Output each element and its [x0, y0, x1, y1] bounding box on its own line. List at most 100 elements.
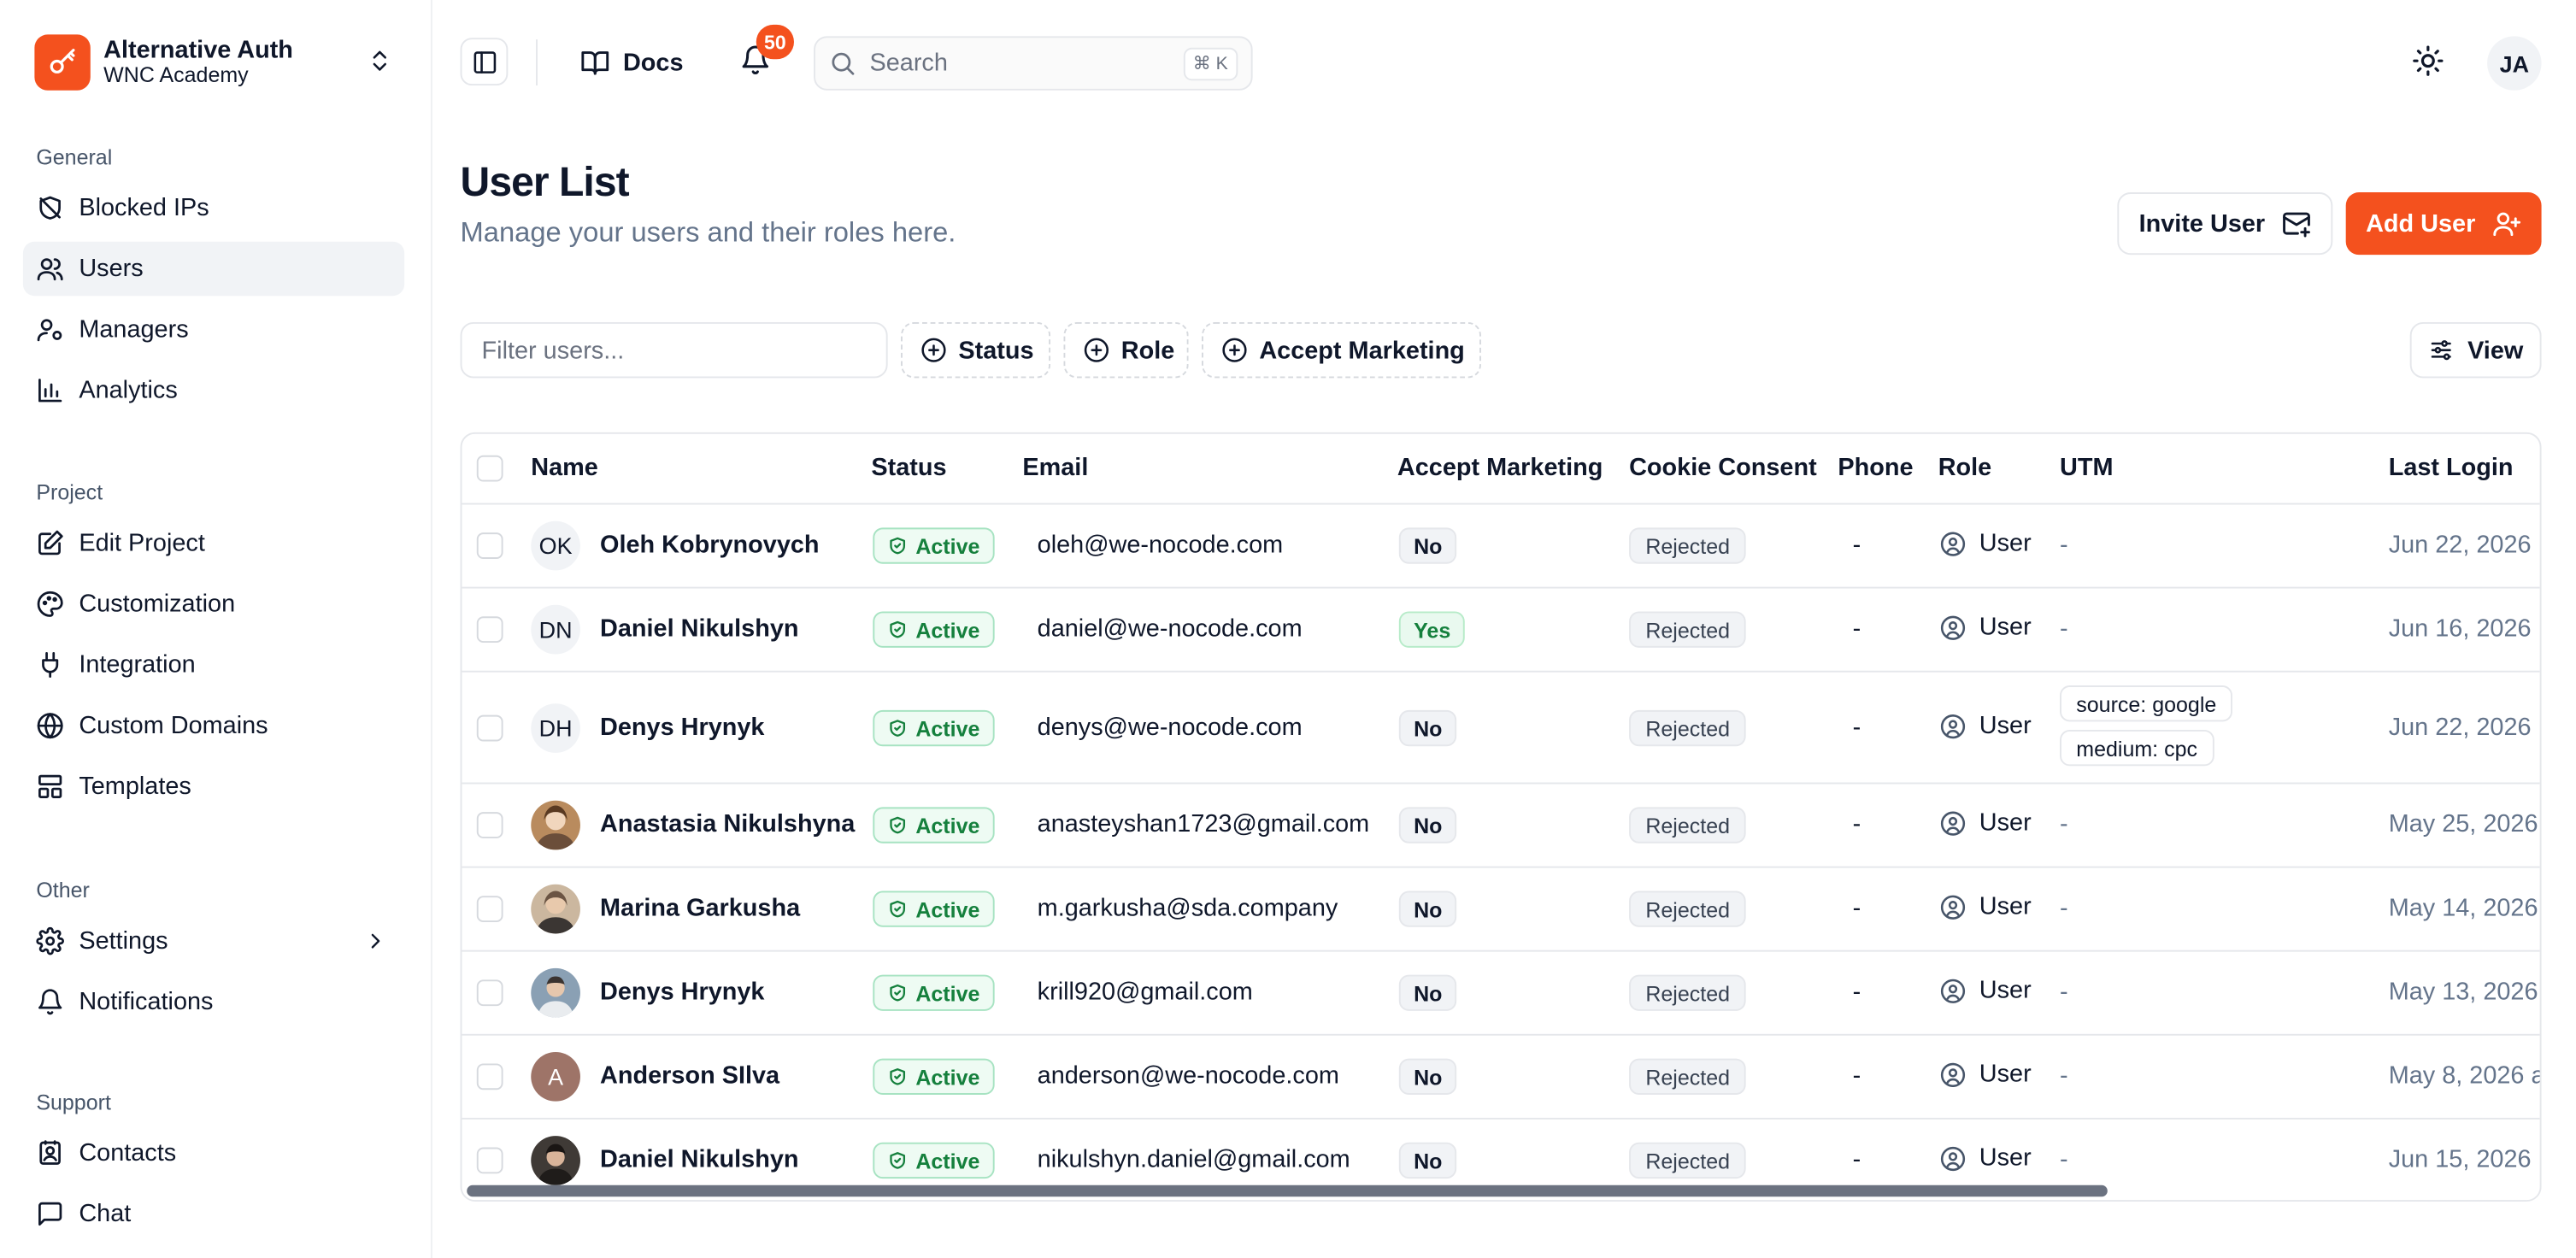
role-cell: User [1940, 1061, 2032, 1088]
phone-value: - [1852, 531, 1861, 559]
status-label: Active [915, 1064, 980, 1090]
sidebar-item-integration[interactable]: Integration [23, 638, 404, 691]
cookie-consent-badge: Rejected [1629, 1058, 1747, 1095]
status-filter-button[interactable]: Status [901, 321, 1051, 379]
row-checkbox[interactable] [476, 714, 503, 742]
sidebar-item-custom-domains[interactable]: Custom Domains [23, 698, 404, 752]
theme-toggle-button[interactable] [2412, 44, 2448, 80]
sidebar-item-contacts[interactable]: Contacts [23, 1126, 404, 1180]
last-login: May 13, 2026 [2388, 978, 2538, 1007]
chip-label: Role [1120, 336, 1175, 365]
sidebar-item-edit-project[interactable]: Edit Project [23, 516, 404, 570]
sidebar-item-label: Settings [79, 926, 168, 955]
avatar [531, 800, 580, 850]
row-checkbox[interactable] [476, 812, 503, 838]
cookie-consent-badge: Rejected [1629, 527, 1747, 564]
user-name: Anderson SIlva [600, 1061, 780, 1090]
table-row[interactable]: Anastasia Nikulshyna Active anasteyshan1… [462, 784, 2540, 868]
phone-value: - [1852, 713, 1861, 742]
role-cell: User [1940, 892, 2032, 920]
last-login: May 25, 2026 [2388, 810, 2538, 838]
sidebar-item-label: Managers [79, 315, 189, 344]
sidebar-item-label: Templates [79, 772, 191, 801]
table-row[interactable]: DH Denys Hrynyk Active denys@we-nocode.c… [462, 673, 2540, 785]
column-header-utm[interactable]: UTM [2060, 454, 2114, 482]
table-row[interactable]: Marina Garkusha Active m.garkusha@sda.co… [462, 868, 2540, 952]
user-plus-icon [2492, 209, 2522, 238]
table-row[interactable]: A Anderson SIlva Active anderson@we-noco… [462, 1036, 2542, 1120]
page-title: User List [460, 159, 630, 206]
sidebar-item-chat[interactable]: Chat [23, 1187, 404, 1241]
sidebar-item-analytics[interactable]: Analytics [23, 363, 404, 417]
status-label: Active [915, 715, 980, 741]
user-email: oleh@we-nocode.com [1037, 531, 1284, 559]
docs-link[interactable]: Docs [580, 44, 684, 80]
select-all-checkbox[interactable] [476, 455, 503, 482]
mail-plus-icon [2281, 209, 2311, 238]
gear-icon [36, 926, 64, 955]
row-checkbox[interactable] [476, 532, 503, 559]
table-row[interactable]: DN Daniel Nikulshyn Active daniel@we-noc… [462, 589, 2540, 673]
sidebar-item-managers[interactable]: Managers [23, 303, 404, 356]
user-circle-icon [1940, 1145, 1967, 1172]
row-checkbox[interactable] [476, 979, 503, 1007]
row-checkbox[interactable] [476, 1063, 503, 1090]
cookie-consent-badge: Rejected [1629, 807, 1747, 844]
row-checkbox[interactable] [476, 616, 503, 644]
sidebar-item-customization[interactable]: Customization [23, 577, 404, 631]
column-header-role[interactable]: Role [1938, 454, 1992, 482]
column-header-email[interactable]: Email [1022, 454, 1088, 482]
last-login: May 8, 2026 a [2388, 1061, 2542, 1090]
sidebar-item-blocked-ips[interactable]: Blocked IPs [23, 181, 404, 235]
row-checkbox[interactable] [476, 1147, 503, 1174]
search-placeholder: Search [869, 49, 948, 78]
chevron-right-icon [363, 929, 388, 961]
sidebar-toggle-button[interactable] [460, 38, 509, 86]
column-header-last-login[interactable]: Last Login [2389, 454, 2514, 482]
search-input[interactable]: Search ⌘ K [814, 36, 1253, 91]
user-circle-icon [1940, 713, 1967, 739]
status-label: Active [915, 896, 980, 922]
role-filter-button[interactable]: Role [1063, 321, 1189, 379]
sidebar-item-settings[interactable]: Settings [23, 914, 404, 967]
project-switcher[interactable]: Alternative Auth WNC Academy [34, 32, 403, 91]
sidebar-item-users[interactable]: Users [22, 241, 405, 297]
add-user-button[interactable]: Add User [2345, 192, 2542, 256]
table-row[interactable]: OK Oleh Kobrynovych Active oleh@we-nocod… [462, 504, 2540, 589]
column-header-name[interactable]: Name [531, 454, 598, 482]
marketing-badge: No [1398, 1058, 1457, 1095]
sidebar-item-notifications[interactable]: Notifications [23, 975, 404, 1029]
accept-marketing-filter-button[interactable]: Accept Marketing [1202, 321, 1481, 379]
plug-icon [36, 651, 64, 679]
role-label: User [1979, 711, 2032, 740]
utm-value: - [2060, 531, 2068, 559]
table-row[interactable]: Denys Hrynyk Active krill920@gmail.com N… [462, 952, 2540, 1036]
shield-check-icon [888, 536, 908, 556]
user-name: Anastasia Nikulshyna [600, 810, 856, 838]
column-header-status[interactable]: Status [871, 454, 946, 482]
utm-value: - [2060, 614, 2068, 644]
marketing-badge: No [1398, 1142, 1457, 1179]
invite-user-button[interactable]: Invite User [2117, 192, 2333, 256]
sliders-icon [2428, 337, 2455, 363]
user-circle-icon [1940, 977, 1967, 1003]
column-header-accept-marketing[interactable]: Accept Marketing [1397, 454, 1603, 482]
phone-value: - [1852, 1061, 1861, 1090]
shield-check-icon [888, 719, 908, 738]
view-options-button[interactable]: View [2409, 321, 2542, 379]
row-checkbox[interactable] [476, 896, 503, 923]
user-avatar[interactable]: JA [2487, 36, 2542, 91]
column-header-phone[interactable]: Phone [1838, 454, 1913, 482]
filter-users-input[interactable]: Filter users... [460, 321, 888, 379]
shield-check-icon [888, 1067, 908, 1086]
sidebar-item-label: Users [79, 255, 144, 283]
horizontal-scrollbar[interactable] [467, 1185, 2108, 1197]
column-header-cookie-consent[interactable]: Cookie Consent [1629, 454, 1817, 482]
phone-value: - [1852, 894, 1861, 923]
phone-value: - [1852, 810, 1861, 838]
user-email: daniel@we-nocode.com [1037, 614, 1303, 644]
last-login: Jun 22, 2026 [2388, 531, 2532, 559]
sidebar-item-label: Blocked IPs [79, 193, 209, 222]
sidebar-item-templates[interactable]: Templates [23, 760, 404, 814]
user-name: Denys Hrynyk [600, 713, 765, 742]
